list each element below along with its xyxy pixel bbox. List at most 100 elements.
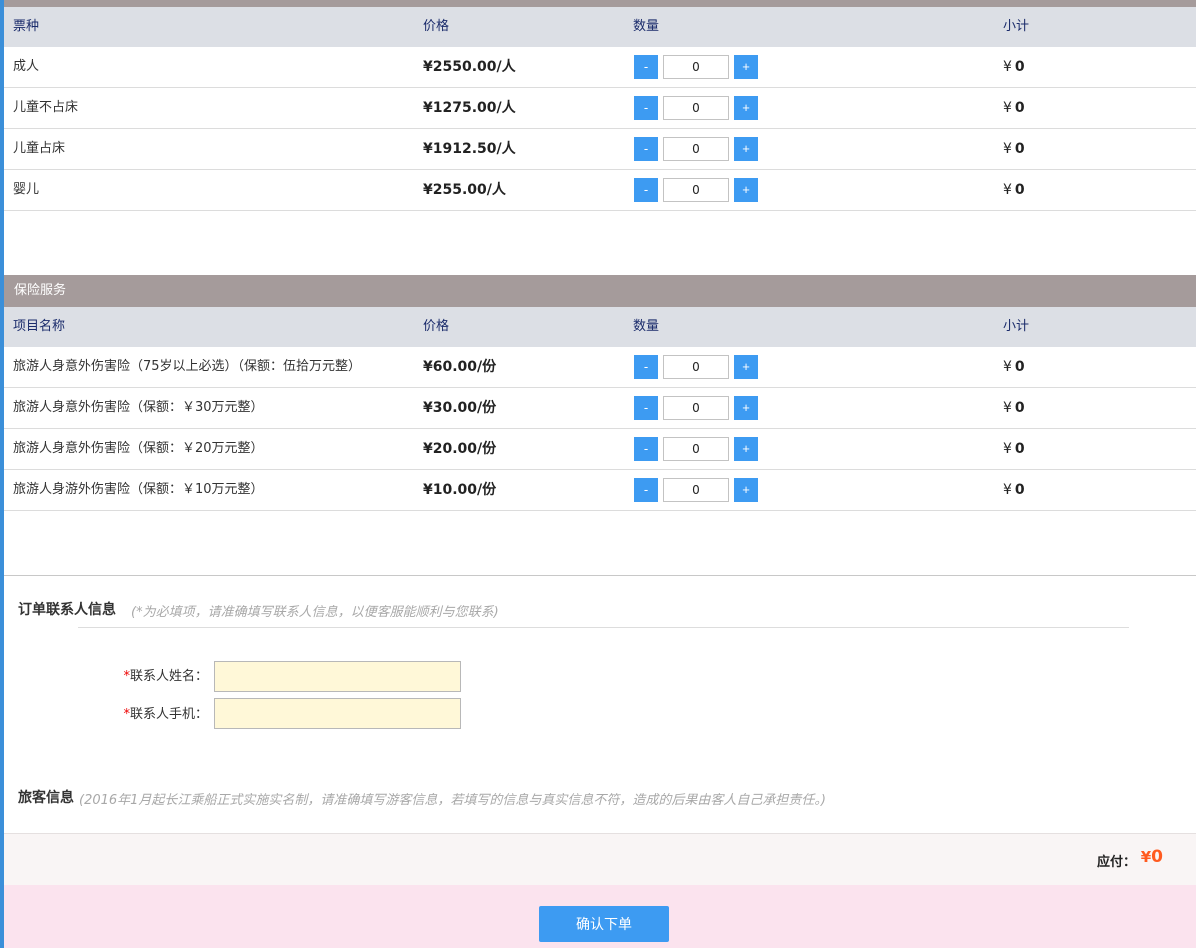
subtotal: ¥0 (1003, 47, 1025, 87)
subtotal-value: 0 (1014, 141, 1025, 157)
quantity-input[interactable] (663, 396, 729, 420)
contact-divider (78, 627, 1129, 628)
total-amount: ¥0 (1141, 847, 1163, 867)
header-subtotal: 小计 (1003, 319, 1030, 334)
insurance-name: 旅游人身意外伤害险（保额：￥20万元整） (13, 441, 264, 456)
insurance-name: 旅游人身游外伤害险（保额：￥10万元整） (13, 482, 264, 497)
quantity-input[interactable] (663, 178, 729, 202)
ticket-name: 儿童不占床 (13, 100, 79, 115)
decrement-button[interactable]: - (634, 96, 658, 120)
header-quantity: 数量 (633, 19, 660, 34)
ticket-name: 儿童占床 (13, 141, 66, 156)
currency-symbol: ¥ (1003, 400, 1012, 416)
contact-phone-input[interactable] (214, 698, 461, 729)
increment-button[interactable]: + (734, 478, 758, 502)
quantity-stepper: - + (634, 396, 758, 420)
decrement-button[interactable]: - (634, 137, 658, 161)
subtotal-value: 0 (1014, 359, 1025, 375)
currency-symbol: ¥ (1140, 848, 1152, 866)
quantity-input[interactable] (663, 437, 729, 461)
quantity-stepper: - + (634, 96, 758, 120)
table-row: 儿童占床 ¥1912.50/人 - + ¥0 (4, 129, 1196, 170)
ticket-price: ¥255.00/人 (423, 182, 506, 198)
quantity-input[interactable] (663, 478, 729, 502)
subtotal: ¥0 (1003, 129, 1025, 169)
increment-button[interactable]: + (734, 178, 758, 202)
total-label: 应付： (1096, 855, 1136, 870)
ticket-price: ¥1275.00/人 (423, 100, 516, 116)
decrement-button[interactable]: - (634, 437, 658, 461)
contact-name-label: *联系人姓名： (90, 665, 208, 684)
currency-symbol: ¥ (1003, 359, 1012, 375)
section-divider (4, 575, 1196, 576)
table-row: 旅游人身意外伤害险（75岁以上必选）（保额：伍拾万元整） ¥60.00/份 - … (4, 347, 1196, 388)
increment-button[interactable]: + (734, 396, 758, 420)
increment-button[interactable]: + (734, 355, 758, 379)
increment-button[interactable]: + (734, 437, 758, 461)
quantity-stepper: - + (634, 437, 758, 461)
decrement-button[interactable]: - (634, 396, 658, 420)
quantity-stepper: - + (634, 478, 758, 502)
insurance-price: ¥60.00/份 (423, 359, 497, 375)
decrement-button[interactable]: - (634, 55, 658, 79)
quantity-input[interactable] (663, 55, 729, 79)
decrement-button[interactable]: - (634, 478, 658, 502)
table-row: 婴儿 ¥255.00/人 - + ¥0 (4, 170, 1196, 211)
contact-phone-label: *联系人手机： (90, 703, 208, 722)
header-quantity: 数量 (633, 319, 660, 334)
traveler-section-note: (2016年1月起长江乘船正式实施实名制，请准确填写游客信息，若填写的信息与真实… (79, 793, 826, 808)
total-value: 0 (1151, 847, 1163, 867)
quantity-input[interactable] (663, 96, 729, 120)
ticket-name: 婴儿 (13, 182, 40, 197)
subtotal-value: 0 (1014, 400, 1025, 416)
quantity-input[interactable] (663, 355, 729, 379)
header-ticket-type: 票种 (13, 19, 40, 34)
ticket-table: 票种 价格 数量 小计 成人 ¥2550.00/人 - + ¥0 儿童不占床 ¥… (4, 7, 1196, 211)
insurance-name: 旅游人身意外伤害险（保额：￥30万元整） (13, 400, 264, 415)
contact-name-label-text: 联系人姓名： (129, 669, 208, 684)
table-row: 儿童不占床 ¥1275.00/人 - + ¥0 (4, 88, 1196, 129)
submit-bar: 确认下单 (4, 885, 1196, 948)
subtotal: ¥0 (1003, 388, 1025, 428)
increment-button[interactable]: + (734, 55, 758, 79)
insurance-price: ¥10.00/份 (423, 482, 497, 498)
insurance-name: 旅游人身意外伤害险（75岁以上必选）（保额：伍拾万元整） (13, 359, 362, 374)
currency-symbol: ¥ (1003, 141, 1012, 157)
currency-symbol: ¥ (1003, 100, 1012, 116)
table-row: 旅游人身游外伤害险（保额：￥10万元整） ¥10.00/份 - + ¥0 (4, 470, 1196, 511)
insurance-section-title: 保险服务 (4, 275, 1196, 307)
currency-symbol: ¥ (1003, 482, 1012, 498)
decrement-button[interactable]: - (634, 355, 658, 379)
subtotal-value: 0 (1014, 182, 1025, 198)
contact-phone-label-text: 联系人手机： (129, 707, 208, 722)
header-price: 价格 (423, 19, 450, 34)
header-item-name: 项目名称 (13, 319, 66, 334)
insurance-table: 项目名称 价格 数量 小计 旅游人身意外伤害险（75岁以上必选）（保额：伍拾万元… (4, 307, 1196, 511)
contact-section-note: (*为必填项，请准确填写联系人信息，以便客服能顺利与您联系) (131, 605, 499, 620)
ticket-price: ¥1912.50/人 (423, 141, 516, 157)
currency-symbol: ¥ (1003, 59, 1012, 75)
contact-section-title: 订单联系人信息 (18, 602, 116, 618)
table-row: 成人 ¥2550.00/人 - + ¥0 (4, 47, 1196, 88)
top-strip (4, 0, 1196, 7)
insurance-table-header: 项目名称 价格 数量 小计 (4, 307, 1196, 347)
increment-button[interactable]: + (734, 96, 758, 120)
quantity-input[interactable] (663, 137, 729, 161)
ticket-name: 成人 (13, 59, 40, 74)
confirm-order-button[interactable]: 确认下单 (539, 906, 669, 942)
increment-button[interactable]: + (734, 137, 758, 161)
insurance-price: ¥30.00/份 (423, 400, 497, 416)
subtotal-value: 0 (1014, 441, 1025, 457)
contact-name-input[interactable] (214, 661, 461, 692)
total-bar: 应付： ¥0 (4, 833, 1196, 885)
subtotal: ¥0 (1003, 470, 1025, 510)
subtotal: ¥0 (1003, 170, 1025, 210)
ticket-table-header: 票种 价格 数量 小计 (4, 7, 1196, 47)
decrement-button[interactable]: - (634, 178, 658, 202)
quantity-stepper: - + (634, 355, 758, 379)
quantity-stepper: - + (634, 178, 758, 202)
header-subtotal: 小计 (1003, 19, 1030, 34)
subtotal: ¥0 (1003, 347, 1025, 387)
quantity-stepper: - + (634, 55, 758, 79)
subtotal: ¥0 (1003, 429, 1025, 469)
